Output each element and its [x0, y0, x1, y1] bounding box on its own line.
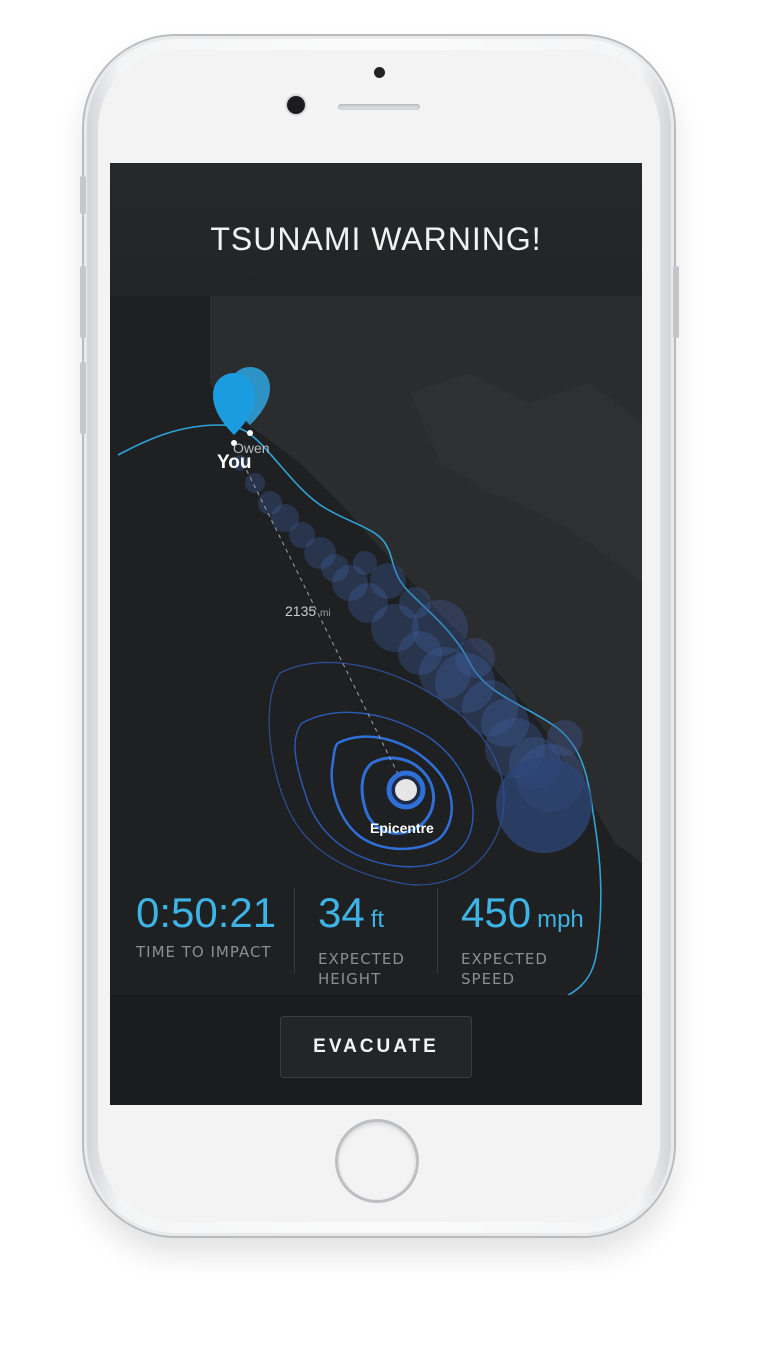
- home-button[interactable]: [338, 1122, 416, 1200]
- stat-number: 34: [318, 889, 365, 936]
- earpiece-speaker: [338, 104, 420, 110]
- contact-label: Owen: [233, 440, 270, 456]
- stat-time-to-impact: 0:50:21 TIME TO IMPACT: [136, 888, 276, 962]
- epicentre-marker[interactable]: [386, 770, 426, 810]
- power-button[interactable]: [673, 266, 679, 338]
- stat-unit: ft: [370, 906, 385, 933]
- stat-expected-speed: 450 mph EXPECTED SPEED: [461, 888, 584, 989]
- stat-value: 34 ft: [318, 888, 405, 945]
- proximity-sensor: [374, 67, 385, 78]
- stat-value: 450 mph: [461, 888, 584, 945]
- distance-value: 2135: [285, 603, 317, 619]
- evacuate-button[interactable]: EVACUATE: [280, 1016, 472, 1078]
- stat-expected-height: 34 ft EXPECTED HEIGHT: [318, 888, 405, 989]
- wave-bubbles-large: [496, 757, 592, 853]
- app-screen: TSUNAMI WARNING! You Owen 2135 mi Epicen…: [110, 163, 642, 1105]
- distance-label: 2135 mi: [285, 603, 331, 619]
- stat-number: 450: [461, 889, 532, 936]
- page-title: TSUNAMI WARNING!: [210, 221, 542, 257]
- stat-value: 0:50:21: [136, 888, 276, 938]
- mute-switch[interactable]: [80, 176, 86, 214]
- volume-down-button[interactable]: [80, 362, 86, 434]
- stat-number: 0:50:21: [136, 889, 277, 936]
- distance-unit: mi: [320, 608, 331, 619]
- volume-up-button[interactable]: [80, 266, 86, 338]
- front-camera-icon: [287, 96, 305, 114]
- stat-divider: [294, 888, 295, 973]
- stat-divider: [437, 888, 438, 973]
- stat-label: EXPECTED SPEED: [461, 950, 548, 988]
- stat-label: TIME TO IMPACT: [136, 943, 272, 961]
- epicentre-label: Epicentre: [370, 820, 434, 836]
- stat-unit: mph: [537, 906, 584, 933]
- stat-label: EXPECTED HEIGHT: [318, 950, 405, 988]
